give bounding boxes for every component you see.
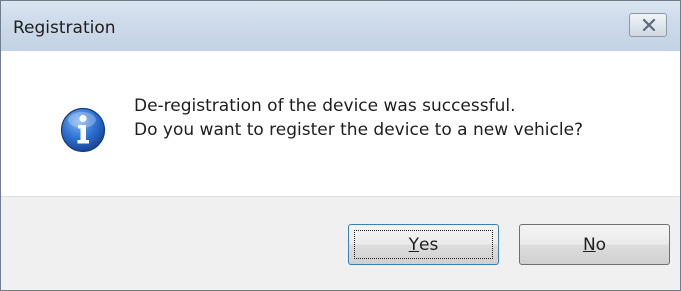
no-button[interactable]: No: [519, 224, 670, 265]
button-bar: Yes No: [1, 196, 680, 290]
message-line-1: De-registration of the device was succes…: [134, 96, 516, 116]
dialog-title: Registration: [13, 18, 116, 38]
dialog-message: De-registration of the device was succes…: [134, 94, 583, 142]
close-icon: [642, 19, 656, 31]
dialog-content: De-registration of the device was succes…: [1, 51, 680, 196]
yes-label-rest: es: [419, 234, 439, 255]
no-accelerator: N: [582, 234, 596, 255]
close-button[interactable]: [629, 13, 667, 37]
dialog-window: Registration De-registration of the devi…: [0, 0, 681, 291]
information-icon: [60, 107, 106, 153]
message-line-2: Do you want to register the device to a …: [134, 120, 584, 140]
yes-button[interactable]: Yes: [348, 224, 499, 265]
no-label-rest: o: [595, 234, 607, 255]
yes-accelerator: Y: [408, 234, 420, 255]
title-bar[interactable]: Registration: [1, 1, 680, 51]
